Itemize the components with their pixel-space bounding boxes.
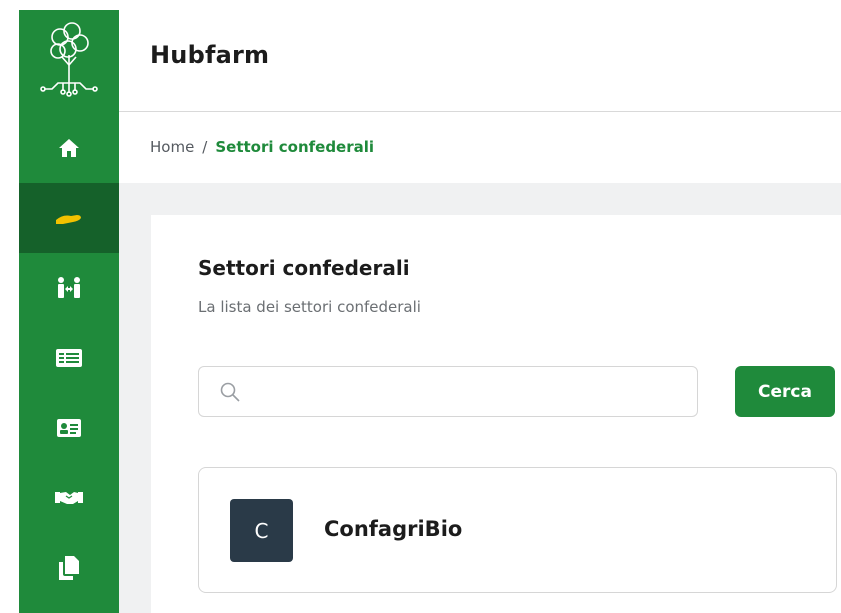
list-item-name[interactable]: ConfagriBio bbox=[324, 517, 462, 541]
breadcrumb-separator: / bbox=[202, 138, 208, 156]
sidebar-item-people[interactable] bbox=[19, 253, 119, 323]
breadcrumb: Home / Settori confederali bbox=[150, 138, 374, 156]
breadcrumb-bar: Home / Settori confederali bbox=[119, 113, 841, 183]
list-card-icon bbox=[56, 349, 82, 367]
people-arrows-icon bbox=[56, 277, 82, 299]
logo-tree-icon[interactable] bbox=[19, 10, 119, 108]
sidebar-item-list[interactable] bbox=[19, 323, 119, 393]
app-title: Hubfarm bbox=[150, 41, 270, 69]
sidebar bbox=[19, 10, 119, 613]
home-icon bbox=[58, 138, 80, 158]
sidebar-item-id-card[interactable] bbox=[19, 393, 119, 463]
list-item[interactable]: C ConfagriBio bbox=[198, 467, 837, 593]
page-subtitle: La lista dei settori confederali bbox=[198, 298, 421, 316]
hand-holding-icon bbox=[55, 210, 83, 226]
search-input[interactable] bbox=[249, 377, 679, 407]
id-card-icon bbox=[57, 419, 81, 437]
sidebar-item-home[interactable] bbox=[19, 113, 119, 183]
sidebar-item-copy[interactable] bbox=[19, 533, 119, 603]
sidebar-item-handshake[interactable] bbox=[19, 463, 119, 533]
sidebar-item-settori[interactable] bbox=[19, 183, 119, 253]
handshake-icon bbox=[55, 490, 83, 506]
breadcrumb-home-link[interactable]: Home bbox=[150, 138, 194, 156]
search-button[interactable]: Cerca bbox=[735, 366, 835, 417]
search-icon bbox=[219, 381, 241, 407]
copy-icon bbox=[59, 556, 79, 580]
breadcrumb-current: Settori confederali bbox=[215, 138, 375, 156]
search-box bbox=[198, 366, 698, 417]
page-title: Settori confederali bbox=[198, 256, 410, 280]
avatar: C bbox=[230, 499, 293, 562]
top-header: Hubfarm bbox=[119, 10, 841, 112]
